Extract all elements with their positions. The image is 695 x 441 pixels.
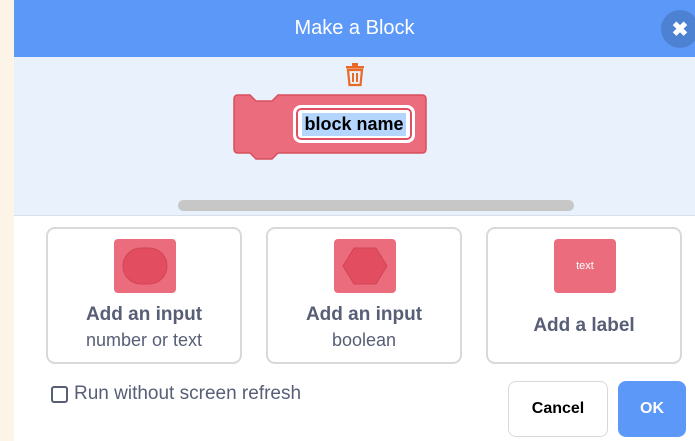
add-number-input-button[interactable]: Add an input number or text (46, 227, 242, 364)
horizontal-scrollbar[interactable] (178, 200, 574, 211)
block-name-input[interactable]: block name (293, 105, 415, 143)
add-boolean-input-button[interactable]: Add an input boolean (266, 227, 462, 364)
dialog-title: Make a Block (294, 17, 415, 39)
dialog-header: Make a Block ✖ (14, 0, 695, 57)
block-options: Add an input number or text Add an input… (14, 216, 695, 366)
ok-button[interactable]: OK (618, 381, 686, 437)
block-workspace: block name (14, 57, 695, 216)
run-without-refresh-toggle[interactable]: Run without screen refresh (51, 383, 301, 405)
label-icon: text (554, 239, 616, 293)
add-label-button[interactable]: text Add a label (486, 227, 682, 364)
make-block-dialog: Make a Block ✖ block name Add an input n… (14, 0, 695, 441)
option-title: Add an input (305, 304, 423, 325)
option-subtitle: boolean (331, 330, 397, 350)
run-without-refresh-label: Run without screen refresh (74, 383, 302, 404)
option-subtitle: number or text (85, 330, 203, 350)
label-icon-text: text (576, 260, 594, 272)
option-title: Add a label (533, 315, 635, 336)
number-input-icon (114, 239, 176, 293)
run-without-refresh-checkbox[interactable] (51, 385, 68, 403)
cancel-button[interactable]: Cancel (508, 381, 608, 437)
boolean-input-icon (334, 239, 396, 293)
block-name-text: block name (302, 112, 406, 136)
option-title: Add an input (85, 304, 203, 325)
close-icon: ✖ (671, 18, 689, 41)
close-button[interactable]: ✖ (661, 10, 695, 48)
trash-icon[interactable] (344, 63, 366, 87)
